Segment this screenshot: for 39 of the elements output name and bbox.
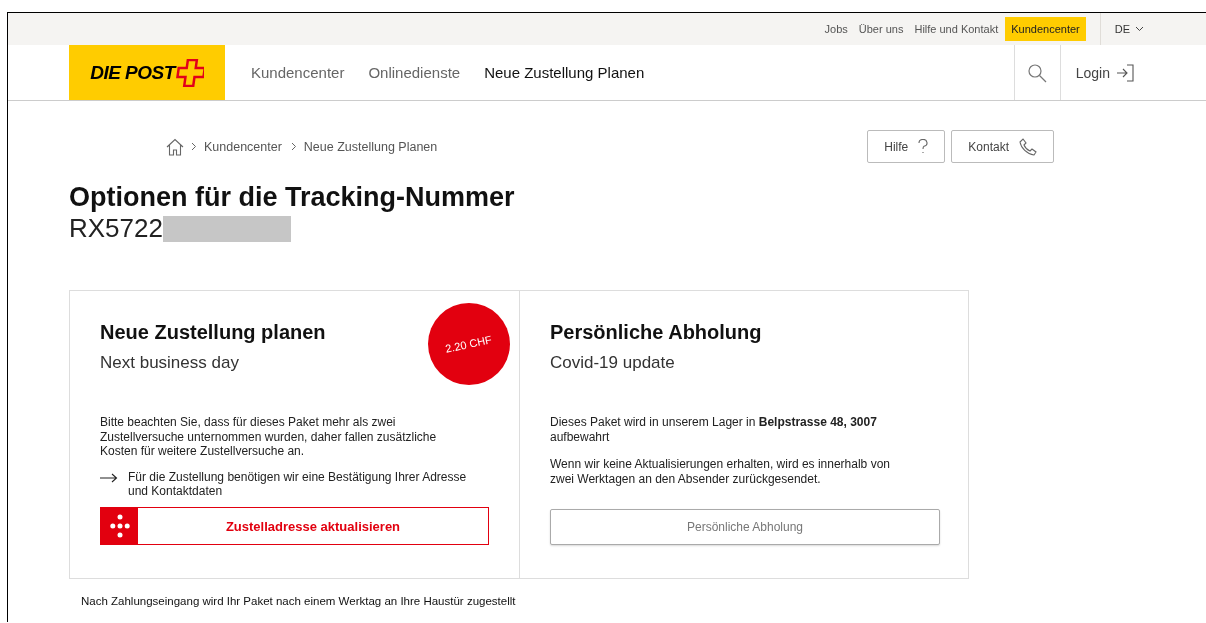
card-subtitle: Covid-19 update — [550, 353, 676, 373]
home-icon[interactable] — [166, 137, 184, 156]
breadcrumb-link[interactable]: Kundencenter — [204, 139, 282, 154]
logo[interactable]: DIE POST — [69, 45, 225, 100]
price-badge: 2.20 CHF — [428, 303, 510, 385]
top-link[interactable]: Über uns — [854, 19, 908, 39]
pickup-button[interactable]: Persönliche Abholung — [550, 509, 940, 545]
login-button[interactable]: Login — [1060, 45, 1206, 100]
card-subtitle: Next business day — [100, 353, 240, 373]
chevron-icon — [290, 142, 297, 151]
footer-note: Nach Zahlungseingang wird Ihr Paket nach einem Werktag an Ihre Haustür zugestellt — [81, 595, 517, 607]
card-text: Bitte beachten Sie, dass für dieses Paket mehr als zwei Zustellversuche unternommen wurden, daher fallen zusätzliche Kosten für weitere Zustellversuche an. — [100, 415, 438, 459]
note-text: Für die Zustellung benötigen wir eine Bestätigung Ihrer Adresse und Kontaktdaten — [128, 469, 468, 499]
page-title: Optionen für die Tracking-Nummer — [69, 182, 516, 213]
top-link[interactable]: Jobs — [820, 19, 852, 39]
top-link[interactable]: Hilfe und Kontakt — [910, 19, 1003, 39]
tracking-number: RX5722 — [69, 213, 163, 244]
language-selector[interactable]: DE — [1114, 23, 1144, 35]
dots-icon — [101, 508, 138, 544]
search-icon — [1027, 62, 1048, 83]
nav-item[interactable]: Neue Zustellung Planen — [484, 64, 645, 81]
nav-item[interactable]: Onlinedienste — [368, 64, 461, 81]
question-icon — [918, 139, 929, 154]
chevron-icon — [1135, 26, 1144, 32]
breadcrumb-link[interactable]: Neue Zustellung Planen — [303, 139, 438, 154]
card-text: Wenn wir keine Aktualisierungen erhalten, wird es innerhalb von zwei Werktagen an den Absender zurückgesendet. — [550, 457, 891, 486]
phone-icon — [1019, 137, 1037, 156]
help-button[interactable]: Hilfe — [867, 130, 946, 163]
card-title: Persönliche Abholung — [550, 321, 762, 344]
nav-item[interactable]: Kundencenter — [251, 64, 345, 81]
login-icon — [1116, 63, 1134, 82]
update-address-button[interactable]: Zustelladresse aktualisieren — [100, 507, 489, 545]
cross-icon — [175, 58, 204, 87]
card-title: Neue Zustellung planen — [100, 321, 326, 344]
help-button[interactable]: Kontakt — [951, 130, 1054, 163]
chevron-icon — [191, 142, 197, 151]
arrow-icon — [100, 472, 118, 483]
top-link[interactable]: Kundencenter — [1005, 17, 1086, 41]
card-text: Dieses Paket wird in unserem Lager in Belpstrasse 48, 3007 aufbewahrt — [550, 415, 878, 444]
